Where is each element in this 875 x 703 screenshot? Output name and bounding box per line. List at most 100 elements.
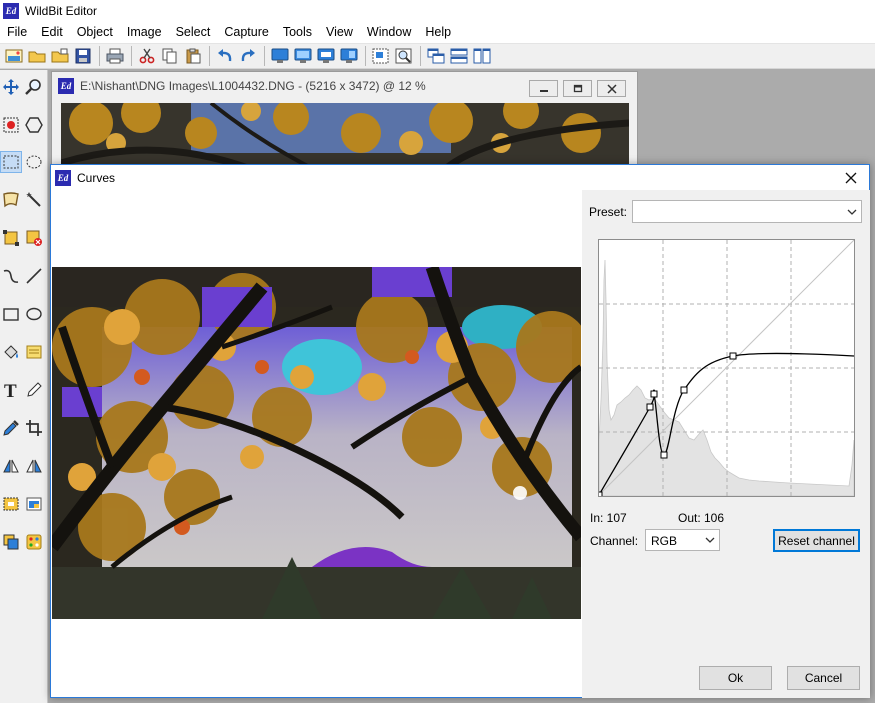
- undo-button[interactable]: [214, 45, 236, 67]
- red-eye-tool[interactable]: [0, 114, 22, 136]
- image-window-logo-icon: Ed: [58, 78, 74, 94]
- text-tool[interactable]: T: [0, 379, 22, 401]
- monitor-icon: [271, 48, 289, 63]
- menu-bar: File Edit Object Image Select Capture To…: [0, 22, 875, 43]
- curve-graph[interactable]: [595, 239, 855, 499]
- curve-control-point[interactable]: [680, 386, 688, 394]
- ok-button[interactable]: Ok: [699, 666, 772, 690]
- paint-bucket-icon: [4, 345, 18, 359]
- monitor-4-button[interactable]: [338, 45, 360, 67]
- minimize-button[interactable]: [529, 80, 558, 97]
- new-image-icon: [5, 49, 23, 63]
- crop-select-tool[interactable]: [0, 227, 22, 249]
- image-canvas-photo: [61, 103, 629, 173]
- flip-horizontal-icon: [3, 459, 19, 473]
- cancel-button[interactable]: Cancel: [787, 666, 860, 690]
- color-tool[interactable]: [0, 531, 22, 553]
- zoom-tool[interactable]: [23, 76, 45, 98]
- monitor-3-button[interactable]: [315, 45, 337, 67]
- fill-tool[interactable]: [0, 341, 22, 363]
- cascade-windows-button[interactable]: [425, 45, 447, 67]
- select-handles-icon: [3, 230, 19, 246]
- curve-control-point[interactable]: [660, 451, 668, 459]
- flip-horizontal-tool[interactable]: [0, 455, 22, 477]
- curve-control-point[interactable]: [650, 390, 658, 398]
- close-icon: [606, 83, 617, 94]
- paste-button[interactable]: [182, 45, 204, 67]
- menu-capture[interactable]: Capture: [217, 22, 275, 43]
- crop-tool[interactable]: [23, 417, 45, 439]
- menu-window[interactable]: Window: [360, 22, 418, 43]
- fit-window-button[interactable]: [370, 45, 392, 67]
- monitor-1-button[interactable]: [269, 45, 291, 67]
- cut-button[interactable]: [136, 45, 158, 67]
- out-value: Out: 106: [678, 511, 725, 525]
- ellipse-tool[interactable]: [23, 303, 45, 325]
- menu-view[interactable]: View: [319, 22, 360, 43]
- toolbar-separator: [99, 46, 100, 66]
- magic-wand-tool[interactable]: [23, 189, 45, 211]
- flip-vertical-icon: [26, 459, 42, 473]
- scissors-icon: [139, 48, 155, 64]
- print-button[interactable]: [104, 45, 126, 67]
- rectangle-select-tool[interactable]: [0, 151, 22, 173]
- flip-vertical-tool[interactable]: [23, 455, 45, 477]
- ellipse-select-tool[interactable]: [23, 151, 45, 173]
- image-window-title: E:\Nishant\DNG Images\L1004432.DNG - (52…: [80, 79, 426, 93]
- color-swatch-icon: [3, 534, 19, 550]
- copy-button[interactable]: [159, 45, 181, 67]
- save-button[interactable]: [72, 45, 94, 67]
- rectangle-icon: [3, 308, 19, 321]
- move-tool[interactable]: [0, 76, 22, 98]
- picture-tool[interactable]: [23, 493, 45, 515]
- curves-close-button[interactable]: [841, 168, 861, 188]
- frame-tool[interactable]: [0, 493, 22, 515]
- zoom-view-button[interactable]: [393, 45, 415, 67]
- curve-control-point[interactable]: [646, 403, 654, 411]
- channel-dropdown[interactable]: RGB: [645, 529, 720, 551]
- eraser-tool[interactable]: [23, 379, 45, 401]
- delete-selection-tool[interactable]: [23, 227, 45, 249]
- menu-object[interactable]: Object: [70, 22, 120, 43]
- lasso-tool[interactable]: [0, 189, 22, 211]
- curve-control-point[interactable]: [595, 491, 603, 499]
- monitor-2-button[interactable]: [292, 45, 314, 67]
- preset-dropdown[interactable]: [632, 200, 862, 223]
- toolbar-separator: [264, 46, 265, 66]
- delete-selection-icon: [26, 230, 42, 246]
- close-button[interactable]: [597, 80, 626, 97]
- palette-tool[interactable]: [23, 531, 45, 553]
- zoom-view-icon: [395, 48, 412, 64]
- maximize-button[interactable]: [563, 80, 592, 97]
- line-tool[interactable]: [23, 265, 45, 287]
- chevron-down-icon: [847, 209, 857, 215]
- menu-help[interactable]: Help: [418, 22, 458, 43]
- menu-edit[interactable]: Edit: [34, 22, 70, 43]
- maximize-icon: [573, 84, 582, 92]
- new-image-button[interactable]: [3, 45, 25, 67]
- toolbar-separator: [365, 46, 366, 66]
- eyedropper-tool[interactable]: [0, 417, 22, 439]
- polygon-select-tool[interactable]: [23, 114, 45, 136]
- menu-select[interactable]: Select: [169, 22, 218, 43]
- open-button[interactable]: [26, 45, 48, 67]
- image-canvas[interactable]: [61, 103, 629, 173]
- menu-image[interactable]: Image: [120, 22, 169, 43]
- curves-title-bar[interactable]: Ed Curves: [51, 165, 869, 191]
- curve-tool[interactable]: [0, 265, 22, 287]
- monitor-icon: [340, 48, 358, 63]
- rectangle-tool[interactable]: [0, 303, 22, 325]
- crop-icon: [26, 420, 42, 436]
- redo-button[interactable]: [237, 45, 259, 67]
- monitor-icon: [294, 48, 312, 63]
- menu-tools[interactable]: Tools: [276, 22, 319, 43]
- toolbar-separator: [209, 46, 210, 66]
- open-recent-button[interactable]: [49, 45, 71, 67]
- reset-channel-button[interactable]: Reset channel: [773, 529, 860, 552]
- tile-horizontal-button[interactable]: [448, 45, 470, 67]
- hexagon-icon: [25, 117, 43, 133]
- note-tool[interactable]: [23, 341, 45, 363]
- tile-vertical-button[interactable]: [471, 45, 493, 67]
- curve-control-point[interactable]: [729, 352, 737, 360]
- menu-file[interactable]: File: [0, 22, 34, 43]
